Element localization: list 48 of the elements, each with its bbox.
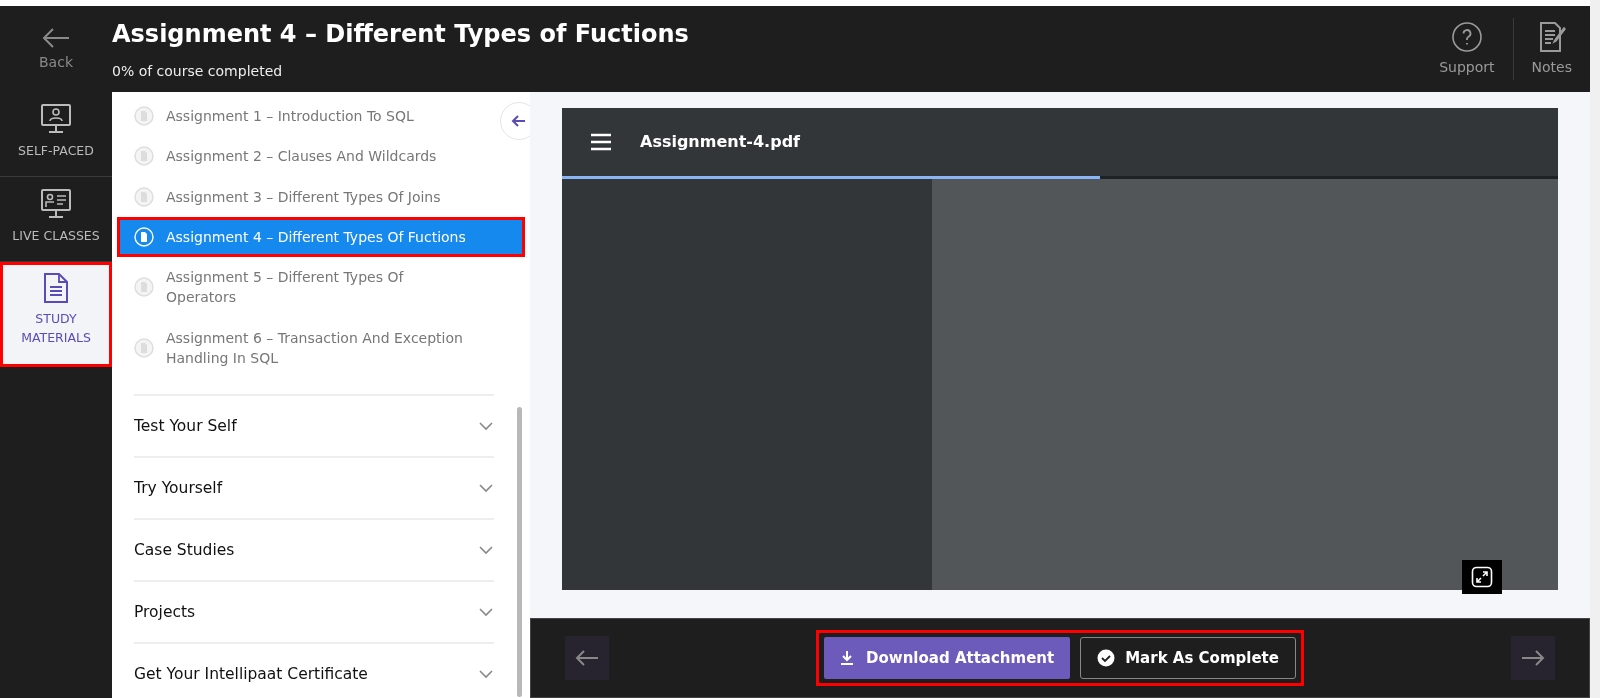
file-icon bbox=[134, 146, 154, 167]
previous-button[interactable] bbox=[565, 636, 609, 680]
accordion-header[interactable]: Projects bbox=[134, 580, 494, 643]
scrollbar-thumb[interactable] bbox=[517, 407, 522, 697]
assignment-item[interactable]: Assignment 6 – Transaction And Exception Handling In SQL bbox=[112, 317, 484, 379]
next-button[interactable] bbox=[1511, 636, 1555, 680]
chevron-icon bbox=[478, 606, 494, 619]
sidebar-tab[interactable]: STUDY MATERIALS bbox=[0, 262, 112, 367]
accordion-header[interactable]: Case Studies bbox=[134, 518, 494, 581]
support-button[interactable]: Support bbox=[1421, 6, 1513, 92]
file-icon bbox=[134, 338, 154, 359]
file-icon bbox=[134, 186, 154, 207]
left-arrow-icon bbox=[574, 648, 600, 668]
help-icon bbox=[1450, 20, 1483, 53]
fullscreen-button[interactable] bbox=[1462, 560, 1502, 594]
expand-icon bbox=[1471, 566, 1493, 588]
menu-icon[interactable] bbox=[590, 133, 612, 151]
chevron-icon bbox=[478, 420, 494, 433]
file-icon bbox=[134, 227, 154, 248]
chevron-icon bbox=[478, 544, 494, 557]
file-name: Assignment-4.pdf bbox=[640, 131, 801, 153]
download-button[interactable]: Download Attachment bbox=[824, 636, 1071, 680]
course-progress-text: 0% of course completed bbox=[112, 61, 284, 81]
monitor-person-icon bbox=[39, 102, 73, 136]
notes-button[interactable]: Notes bbox=[1513, 6, 1590, 92]
assignment-item[interactable]: Assignment 2 – Clauses And Wildcards bbox=[112, 136, 484, 177]
chevron-icon bbox=[478, 668, 494, 681]
assignment-item[interactable]: Assignment 4 – Different Types Of Fuctions bbox=[117, 216, 525, 258]
document-icon bbox=[43, 272, 69, 304]
mark-complete-button[interactable]: Mark As Complete bbox=[1080, 636, 1296, 680]
back-arrow-icon bbox=[41, 25, 71, 50]
assignment-item[interactable]: Assignment 5 – Different Types Of Operators bbox=[112, 257, 484, 318]
page-title: Assignment 4 – Different Types of Fuctions bbox=[112, 19, 690, 50]
file-icon bbox=[134, 277, 154, 298]
download-icon bbox=[840, 650, 855, 666]
file-icon bbox=[134, 106, 154, 127]
assignment-item[interactable]: Assignment 1 – Introduction To SQL bbox=[112, 96, 484, 137]
page-scrollbar[interactable] bbox=[1590, 0, 1600, 698]
accordion-header[interactable]: Get Your Intellipaat Certificate bbox=[134, 642, 494, 698]
assignment-item[interactable]: Assignment 3 – Different Types Of Joins bbox=[112, 176, 484, 217]
check-circle-icon bbox=[1097, 649, 1116, 667]
back-button[interactable]: Back bbox=[0, 6, 112, 92]
accordion-header[interactable]: Test Your Self bbox=[134, 394, 494, 457]
accordion-header[interactable]: Try Yourself bbox=[134, 456, 494, 519]
right-arrow-icon bbox=[1520, 648, 1546, 668]
chevron-icon bbox=[478, 482, 494, 495]
collapse-sidebar-button[interactable] bbox=[500, 102, 530, 140]
presentation-screen-icon bbox=[39, 187, 73, 221]
